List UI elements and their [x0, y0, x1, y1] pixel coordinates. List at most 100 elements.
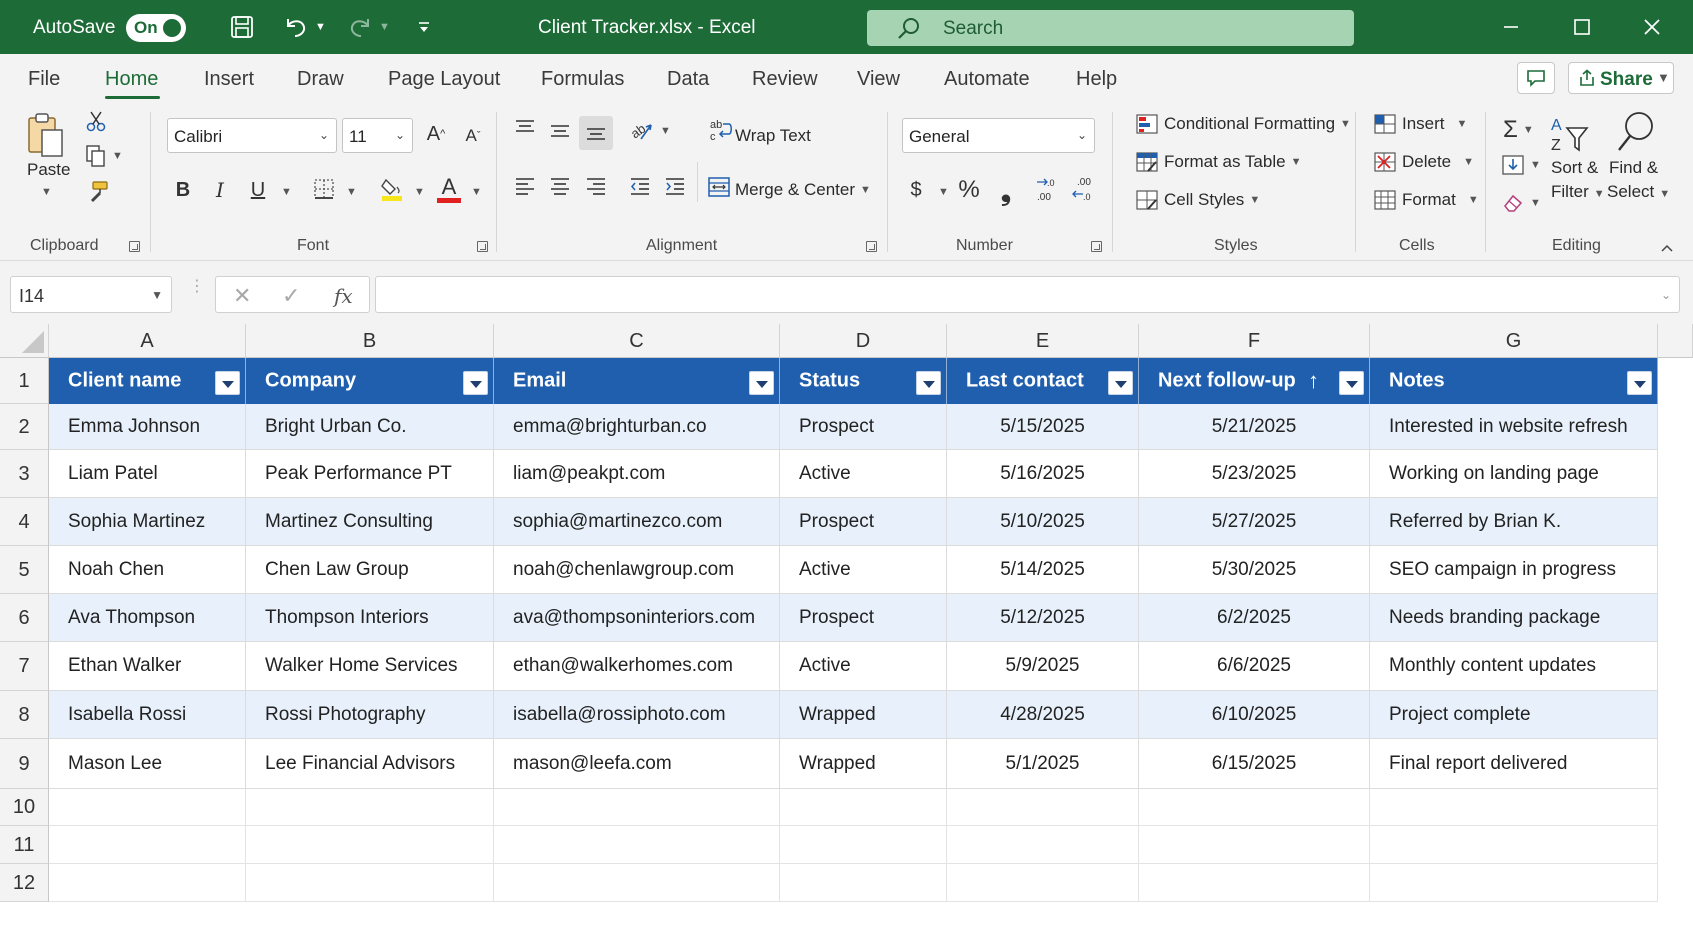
empty-cell[interactable] — [1139, 826, 1370, 864]
align-top-icon[interactable] — [514, 118, 536, 143]
row-header-12[interactable]: 12 — [0, 864, 49, 902]
currency-button[interactable]: $ — [903, 176, 929, 204]
header-cell-next-follow-up[interactable]: Next follow-up ↑ — [1139, 358, 1370, 404]
share-button[interactable]: Share ▼ — [1568, 62, 1674, 94]
cell-notes[interactable]: Referred by Brian K. — [1370, 498, 1658, 546]
tab-file[interactable]: File — [28, 68, 60, 91]
alignment-launcher-icon[interactable] — [866, 241, 877, 252]
cell-client-name[interactable]: Emma Johnson — [49, 404, 246, 450]
cell-client-name[interactable]: Mason Lee — [49, 739, 246, 789]
save-icon[interactable] — [230, 12, 254, 42]
cell-company[interactable]: Rossi Photography — [246, 691, 494, 739]
font-name-select[interactable]: Calibri ⌄ — [167, 118, 337, 153]
cell-last-contact[interactable]: 4/28/2025 — [947, 691, 1139, 739]
filter-dropdown-icon[interactable] — [1108, 371, 1133, 395]
cell-company[interactable]: Bright Urban Co. — [246, 404, 494, 450]
cell-last-contact[interactable]: 5/10/2025 — [947, 498, 1139, 546]
wrap-text-button[interactable]: Wrap Text — [735, 126, 811, 146]
cell-status[interactable]: Wrapped — [780, 691, 947, 739]
cell-client-name[interactable]: Isabella Rossi — [49, 691, 246, 739]
fill-icon[interactable]: ▼ — [1501, 154, 1541, 176]
empty-cell[interactable] — [49, 864, 246, 902]
select-all-button[interactable] — [0, 324, 49, 358]
close-button[interactable] — [1637, 12, 1667, 42]
cell-last-contact[interactable]: 5/15/2025 — [947, 404, 1139, 450]
empty-cell[interactable] — [780, 826, 947, 864]
cell-email[interactable]: noah@chenlawgroup.com — [494, 546, 780, 594]
row-header-7[interactable]: 7 — [0, 642, 49, 691]
cell-client-name[interactable]: Ava Thompson — [49, 594, 246, 642]
filter-dropdown-icon[interactable] — [215, 371, 240, 395]
currency-caret-icon[interactable]: ▼ — [938, 186, 949, 198]
cell-status[interactable]: Prospect — [780, 404, 947, 450]
italic-button[interactable]: I — [207, 176, 233, 204]
font-color-caret-icon[interactable]: ▼ — [471, 186, 482, 198]
cell-client-name[interactable]: Noah Chen — [49, 546, 246, 594]
empty-cell[interactable] — [780, 864, 947, 902]
cell-next-follow-up[interactable]: 6/6/2025 — [1139, 642, 1370, 691]
percent-button[interactable]: % — [956, 176, 982, 204]
copy-caret-icon[interactable]: ▼ — [112, 150, 123, 162]
cell-email[interactable]: mason@leefa.com — [494, 739, 780, 789]
insert-cells-button[interactable]: Insert ▼ — [1374, 114, 1467, 134]
cell-email[interactable]: emma@brighturban.co — [494, 404, 780, 450]
cell-last-contact[interactable]: 5/14/2025 — [947, 546, 1139, 594]
cell-notes[interactable]: Project complete — [1370, 691, 1658, 739]
align-left-icon[interactable] — [514, 176, 536, 201]
cell-client-name[interactable]: Sophia Martinez — [49, 498, 246, 546]
tab-home[interactable]: Home — [105, 68, 158, 91]
expand-formula-icon[interactable]: ⌄ — [1661, 288, 1671, 302]
header-cell-client-name[interactable]: Client name — [49, 358, 246, 404]
find-select-icon[interactable] — [1613, 110, 1657, 161]
cell-last-contact[interactable]: 5/12/2025 — [947, 594, 1139, 642]
minimize-button[interactable] — [1496, 12, 1526, 42]
cell-notes[interactable]: Working on landing page — [1370, 450, 1658, 498]
cell-last-contact[interactable]: 5/1/2025 — [947, 739, 1139, 789]
sort-filter-label-1[interactable]: Sort & — [1551, 158, 1598, 178]
increase-decimal-icon[interactable]: .0.00 — [1035, 174, 1063, 209]
header-cell-last-contact[interactable]: Last contact — [947, 358, 1139, 404]
empty-cell[interactable] — [947, 864, 1139, 902]
font-launcher-icon[interactable] — [477, 241, 488, 252]
empty-cell[interactable] — [246, 864, 494, 902]
filter-dropdown-icon[interactable] — [463, 371, 488, 395]
filter-dropdown-icon[interactable] — [916, 371, 941, 395]
row-header-6[interactable]: 6 — [0, 594, 49, 642]
cell-status[interactable]: Wrapped — [780, 739, 947, 789]
undo-caret-icon[interactable]: ▼ — [315, 21, 326, 33]
empty-cell[interactable] — [1370, 826, 1658, 864]
cancel-icon[interactable]: ✕ — [233, 283, 251, 309]
row-header-9[interactable]: 9 — [0, 739, 49, 789]
empty-cell[interactable] — [246, 826, 494, 864]
cell-next-follow-up[interactable]: 5/30/2025 — [1139, 546, 1370, 594]
column-header-3[interactable]: C — [494, 324, 780, 358]
collapse-ribbon-icon[interactable] — [1660, 240, 1674, 258]
autosum-caret-icon[interactable]: ▼ — [1523, 124, 1534, 136]
sort-filter-label-2[interactable]: Filter ▼ — [1551, 182, 1605, 202]
underline-button[interactable]: U — [245, 176, 271, 204]
cell-status[interactable]: Active — [780, 546, 947, 594]
clear-caret-icon[interactable]: ▼ — [1530, 197, 1541, 209]
row-header-2[interactable]: 2 — [0, 404, 49, 450]
header-cell-company[interactable]: Company — [246, 358, 494, 404]
fill-caret-icon[interactable]: ▼ — [1530, 159, 1541, 171]
cell-company[interactable]: Martinez Consulting — [246, 498, 494, 546]
cell-email[interactable]: liam@peakpt.com — [494, 450, 780, 498]
empty-cell[interactable] — [49, 789, 246, 826]
orientation-icon[interactable]: ab ▼ — [629, 119, 671, 143]
decrease-decimal-icon[interactable]: .00.0 — [1071, 174, 1099, 209]
empty-cell[interactable] — [494, 826, 780, 864]
fill-color-caret-icon[interactable]: ▼ — [414, 186, 425, 198]
paste-caret-icon[interactable]: ▼ — [41, 186, 52, 198]
cell-last-contact[interactable]: 5/9/2025 — [947, 642, 1139, 691]
filter-dropdown-icon[interactable] — [749, 371, 774, 395]
decrease-font-size-button[interactable]: Aˇ — [460, 122, 486, 150]
row-header-3[interactable]: 3 — [0, 450, 49, 498]
empty-cell[interactable] — [494, 789, 780, 826]
borders-icon[interactable] — [313, 178, 335, 205]
comments-button[interactable] — [1517, 62, 1555, 94]
grip-icon[interactable]: ⋮ — [189, 279, 205, 295]
cell-next-follow-up[interactable]: 5/27/2025 — [1139, 498, 1370, 546]
cell-email[interactable]: ethan@walkerhomes.com — [494, 642, 780, 691]
search-box[interactable]: Search — [867, 10, 1354, 46]
